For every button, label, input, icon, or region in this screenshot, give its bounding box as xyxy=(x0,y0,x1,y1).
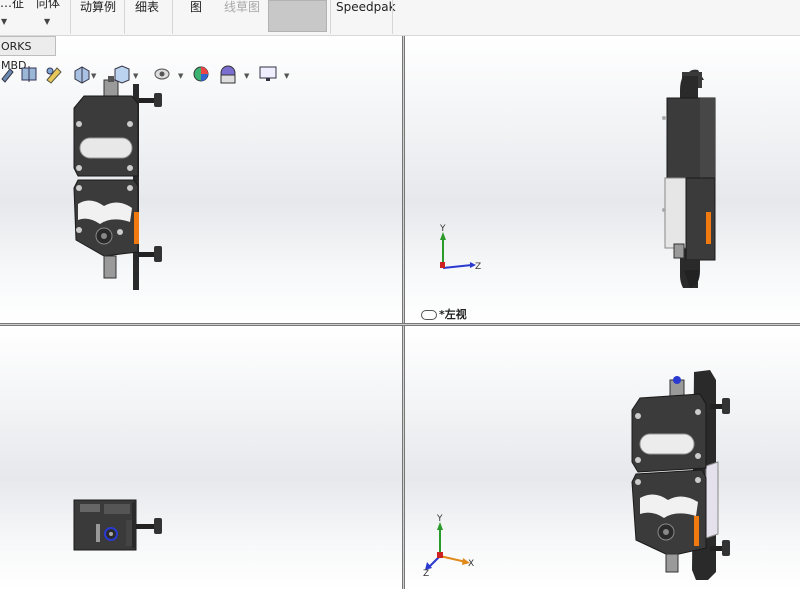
svg-text:▼: ▼ xyxy=(133,72,139,80)
toolbar-separator xyxy=(330,0,331,34)
viewport-divider-vertical[interactable] xyxy=(402,36,405,589)
toolbar-item-bom[interactable]: 细表 xyxy=(135,0,159,14)
model-top-view xyxy=(73,499,162,551)
dynamic-annotation-icon xyxy=(46,67,62,84)
svg-text:▼: ▼ xyxy=(178,72,184,80)
triad-z-label: Z xyxy=(423,569,429,579)
view-settings-icon: ▼ xyxy=(220,65,250,84)
monitor-icon: ▼ xyxy=(259,66,290,81)
tab-solidworks-mbd[interactable]: ORKS MBD xyxy=(0,36,56,72)
viewport-isometric[interactable]: Y X Z xyxy=(405,326,800,589)
display-style-icon: ▼ xyxy=(74,66,97,84)
chevron-down-icon[interactable]: ▼ xyxy=(1,17,7,26)
viewport-left[interactable]: Y Z xyxy=(405,36,800,323)
toolbar-separator xyxy=(124,0,125,34)
viewport-label-left: *左视 xyxy=(421,306,467,322)
command-manager: …征 ▼ 向体 ▼ 动算例 细表 图 线草图 Speedpak xyxy=(0,0,800,36)
triad-z-label: Z xyxy=(475,262,481,272)
toolbar-item-speedpak[interactable]: Speedpak xyxy=(336,0,396,14)
section-view-icon xyxy=(21,66,37,82)
toolbar-item-body[interactable]: 向体 xyxy=(36,0,60,10)
toolbar-highlighted-button[interactable] xyxy=(268,0,327,32)
toolbar-item-sketch[interactable]: 线草图 xyxy=(224,0,260,14)
link-views-icon[interactable] xyxy=(421,310,437,320)
coordinate-triad: Y Z xyxy=(439,224,481,272)
view-orientation-icon xyxy=(1,68,14,83)
model-left-view: Y Z xyxy=(439,69,716,288)
toolbar-item-animation[interactable]: 动算例 xyxy=(80,0,116,14)
toolbar-separator xyxy=(172,0,173,34)
chevron-down-icon[interactable]: ▼ xyxy=(44,17,50,26)
toolbar-item-feature[interactable]: …征 xyxy=(0,0,24,10)
svg-text:▼: ▼ xyxy=(284,72,290,80)
triad-x-label: X xyxy=(468,559,474,569)
edit-appearance-icon: ▼ xyxy=(154,68,184,80)
viewport-divider-horizontal[interactable] xyxy=(0,323,800,326)
triad-y-label: Y xyxy=(439,224,446,234)
toolbar-separator xyxy=(70,0,71,34)
hide-show-icon: ▼ xyxy=(114,65,139,84)
toolbar-item-drawing[interactable]: 图 xyxy=(190,0,202,14)
triad-y-label: Y xyxy=(436,514,443,524)
coordinate-triad: Y X Z xyxy=(423,514,474,579)
toolbar-separator xyxy=(392,0,393,34)
apply-scene-icon xyxy=(193,66,209,82)
svg-text:▼: ▼ xyxy=(91,72,97,80)
model-isometric-view: Y X Z xyxy=(423,370,730,580)
viewport-label-text: *左视 xyxy=(439,308,467,321)
viewport-top[interactable] xyxy=(0,326,402,589)
heads-up-view-toolbar: ▼ ▼ ▼ ▼ ▼ xyxy=(0,63,300,85)
svg-text:▼: ▼ xyxy=(244,72,250,80)
